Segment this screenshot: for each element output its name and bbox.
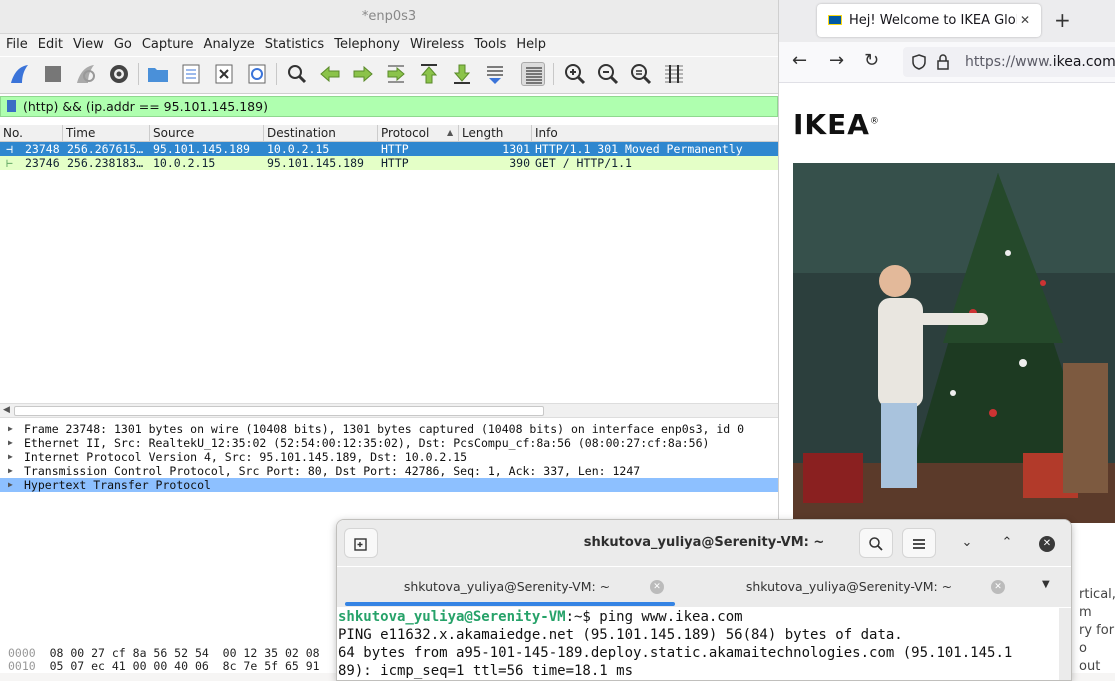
restart-capture-icon[interactable] <box>74 62 98 86</box>
menu-help[interactable]: Help <box>512 34 550 56</box>
save-file-icon[interactable] <box>179 62 203 86</box>
expand-icon: ▶ <box>8 480 13 489</box>
expand-icon: ▶ <box>8 424 13 433</box>
col-source[interactable]: Source <box>150 125 264 141</box>
page-text-fragment: rtical, m ry for o out how <box>1079 587 1115 673</box>
close-tab-icon[interactable]: ✕ <box>650 580 664 594</box>
zoom-normal-icon[interactable] <box>629 62 653 86</box>
detail-http[interactable]: ▶ Hypertext Transfer Protocol <box>0 478 778 492</box>
minimize-icon[interactable]: ⌄ <box>950 528 984 558</box>
nav-bar: ← → ↻ https://www.ikea.com <box>779 42 1115 83</box>
go-first-packet-icon[interactable] <box>417 62 441 86</box>
menu-go[interactable]: Go <box>110 34 136 56</box>
forward-icon[interactable]: → <box>829 50 844 71</box>
new-tab-icon[interactable]: + <box>1054 8 1071 32</box>
go-to-packet-icon[interactable] <box>384 62 408 86</box>
close-tab-icon[interactable]: ✕ <box>1020 4 1030 37</box>
expand-icon: ▶ <box>8 466 13 475</box>
find-packet-icon[interactable] <box>285 62 309 86</box>
menu-tools[interactable]: Tools <box>470 34 510 56</box>
hero-image[interactable] <box>793 163 1115 523</box>
close-window-icon[interactable]: ✕ <box>1039 536 1055 552</box>
back-icon[interactable]: ← <box>792 50 807 71</box>
detail-tcp[interactable]: ▶ Transmission Control Protocol, Src Port… <box>0 464 778 478</box>
tab-title: Hej! Welcome to IKEA Glob <box>849 13 1017 28</box>
hamburger-icon <box>913 539 925 549</box>
resize-columns-icon[interactable] <box>662 62 686 86</box>
col-protocol[interactable]: Protocol ▲ <box>378 125 459 141</box>
display-filter-bar <box>0 96 778 117</box>
packet-list-header: No. Time Source Destination Protocol ▲ Le… <box>0 125 778 142</box>
packet-row[interactable]: ⊣ 23748 256.267615… 95.101.145.189 10.0.… <box>0 142 778 156</box>
col-time[interactable]: Time <box>63 125 150 141</box>
search-icon <box>869 537 883 551</box>
colorize-icon[interactable] <box>521 62 545 86</box>
search-button[interactable] <box>859 528 893 558</box>
browser-tab[interactable]: Hej! Welcome to IKEA Glob ✕ <box>817 4 1041 37</box>
col-destination[interactable]: Destination <box>264 125 378 141</box>
active-tab-indicator <box>345 602 675 606</box>
menu-file[interactable]: File <box>2 34 32 56</box>
col-info[interactable]: Info <box>532 125 778 141</box>
terminal-window: shkutova_yuliya@Serenity-VM: ~ ⌄ ⌃ ✕ shk… <box>336 519 1072 681</box>
menu-bar: File Edit View Go Capture Analyze Statistics Te… <box>0 34 778 56</box>
scrollbar-thumb[interactable] <box>14 406 544 416</box>
terminal-headerbar: shkutova_yuliya@Serenity-VM: ~ ⌄ ⌃ ✕ <box>337 520 1071 566</box>
url-text: https://www.ikea.com <box>965 54 1115 70</box>
zoom-in-icon[interactable] <box>563 62 587 86</box>
terminal-tab-2[interactable]: shkutova_yuliya@Serenity-VM: ~ ✕ <box>677 567 1021 607</box>
menu-button[interactable] <box>902 528 936 558</box>
menu-statistics[interactable]: Statistics <box>261 34 328 56</box>
toolbar <box>0 57 778 94</box>
open-file-icon[interactable] <box>146 62 170 86</box>
tab-list-chevron-icon[interactable]: ▼ <box>1042 579 1050 590</box>
go-last-packet-icon[interactable] <box>450 62 474 86</box>
menu-analyze[interactable]: Analyze <box>200 34 259 56</box>
bookmark-icon[interactable] <box>7 100 16 112</box>
menu-edit[interactable]: Edit <box>34 34 67 56</box>
detail-frame[interactable]: ▶ Frame 23748: 1301 bytes on wire (10408 … <box>0 422 778 436</box>
maximize-icon[interactable]: ⌃ <box>990 528 1024 558</box>
expand-icon: ▶ <box>8 452 13 461</box>
terminal-scrollbar[interactable] <box>1059 608 1071 680</box>
autoscroll-icon[interactable] <box>483 62 507 86</box>
terminal-tab-1[interactable]: shkutova_yuliya@Serenity-VM: ~ ✕ <box>337 567 677 607</box>
menu-view[interactable]: View <box>69 34 108 56</box>
menu-wireless[interactable]: Wireless <box>406 34 468 56</box>
go-forward-icon[interactable] <box>351 62 375 86</box>
reload-icon[interactable]: ↻ <box>864 50 879 71</box>
col-no[interactable]: No. <box>0 125 63 141</box>
detail-ip[interactable]: ▶ Internet Protocol Version 4, Src: 95.10… <box>0 450 778 464</box>
detail-ethernet[interactable]: ▶ Ethernet II, Src: RealtekU_12:35:02 (52… <box>0 436 778 450</box>
close-tab-icon[interactable]: ✕ <box>991 580 1005 594</box>
tab-bar: Hej! Welcome to IKEA Glob ✕ + <box>779 0 1115 42</box>
terminal-tabs: shkutova_yuliya@Serenity-VM: ~ ✕ shkutov… <box>337 567 1071 607</box>
url-bar[interactable]: https://www.ikea.com <box>903 47 1115 77</box>
reload-file-icon[interactable] <box>245 62 269 86</box>
favicon-icon <box>828 15 842 25</box>
menu-capture[interactable]: Capture <box>138 34 198 56</box>
packet-row[interactable]: ⊢ 23746 256.238183… 10.0.2.15 95.101.145… <box>0 156 778 170</box>
ikea-logo[interactable]: IKEA® <box>793 108 880 141</box>
terminal-output[interactable]: shkutova_yuliya@Serenity-VM:~$ ping www.… <box>337 608 1071 680</box>
scroll-left-icon[interactable]: ◀ <box>3 405 10 415</box>
start-capture-icon[interactable] <box>8 62 32 86</box>
window-title: *enp0s3 <box>0 0 778 34</box>
display-filter-input[interactable] <box>23 97 763 116</box>
zoom-out-icon[interactable] <box>596 62 620 86</box>
hex-pane[interactable]: 0000 08 00 27 cf 8a 56 52 54 00 12 35 02… <box>0 647 340 673</box>
lock-icon[interactable] <box>936 54 950 70</box>
horizontal-scrollbar[interactable]: ◀ <box>0 403 778 418</box>
expand-icon: ▶ <box>8 438 13 447</box>
col-length[interactable]: Length <box>459 125 532 141</box>
menu-telephony[interactable]: Telephony <box>330 34 404 56</box>
capture-options-icon[interactable] <box>107 62 131 86</box>
shield-icon[interactable] <box>911 54 927 70</box>
go-back-icon[interactable] <box>318 62 342 86</box>
close-file-icon[interactable] <box>212 62 236 86</box>
stop-capture-icon[interactable] <box>41 62 65 86</box>
